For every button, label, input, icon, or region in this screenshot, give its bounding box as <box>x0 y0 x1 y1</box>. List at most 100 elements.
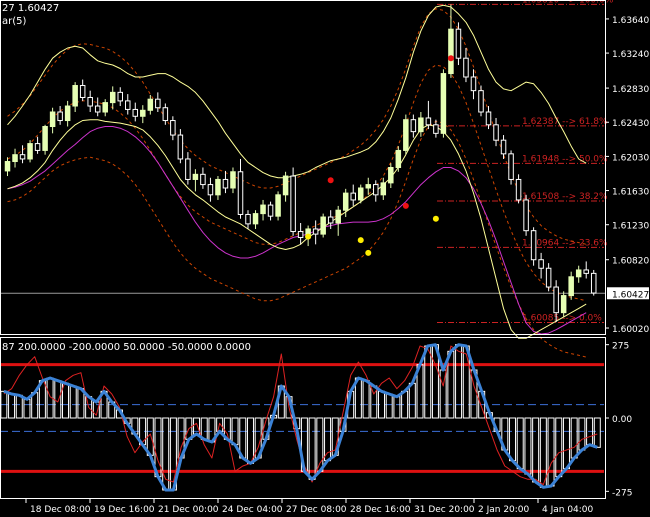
last-price-label: 1.60427 <box>612 290 649 300</box>
candle-body <box>57 111 63 122</box>
candle-body <box>583 269 589 274</box>
candle-body <box>455 28 462 59</box>
candle-body <box>448 28 454 75</box>
candle-body <box>463 57 469 78</box>
candle-body <box>478 90 484 113</box>
time-tick-label: 21 Dec 00:00 <box>158 505 219 515</box>
candle-body <box>185 158 191 180</box>
candle-body <box>260 204 266 215</box>
yellow-signal-dot <box>365 249 372 256</box>
candle-body <box>109 91 116 104</box>
cci-tick-label: -275 <box>612 488 632 498</box>
candle-body <box>470 76 477 92</box>
candle-body <box>523 199 529 232</box>
candle-body <box>388 167 394 184</box>
candle-body <box>553 286 559 314</box>
time-tick-label: 27 Dec 08:00 <box>286 505 347 515</box>
candle-body <box>162 107 169 122</box>
time-tick-label: 4 Jan 04:00 <box>542 505 594 515</box>
candle-body <box>252 213 259 225</box>
candle-body <box>267 204 274 217</box>
candle-body <box>177 134 184 160</box>
time-tick-label: 19 Dec 16:00 <box>94 505 155 515</box>
candle-body <box>230 171 236 189</box>
candle-body <box>64 105 71 122</box>
candle-body <box>155 98 161 109</box>
candle-body <box>342 192 349 211</box>
candle-body <box>94 105 101 113</box>
candle-body <box>200 173 206 186</box>
time-tick-label: 31 Dec 20:00 <box>414 505 475 515</box>
candle-body <box>493 124 499 141</box>
candle-body <box>282 175 289 196</box>
candle-body <box>312 228 319 235</box>
candle-body <box>403 119 409 151</box>
candle-body <box>102 102 108 113</box>
time-tick-label: 18 Dec 08:00 <box>30 505 91 515</box>
candle-body <box>590 272 597 294</box>
fib-level-label: 1.62387 --> 61.8% <box>522 117 608 127</box>
candle-body <box>440 73 447 134</box>
price-tick-label: 1.60820 <box>612 257 649 267</box>
candle-body <box>365 184 372 189</box>
price-subtitle: ar(5) <box>2 16 27 27</box>
candle-body <box>34 143 41 151</box>
fib-level-label: 1.60085 --> 0.0% <box>522 313 602 323</box>
candle-body <box>425 117 432 126</box>
time-tick-label: 28 Dec 16:00 <box>350 505 411 515</box>
price-tick-label: 1.62430 <box>612 119 649 129</box>
candle-body <box>140 109 146 117</box>
candle-body <box>418 117 424 133</box>
candle-body <box>380 182 387 196</box>
chart-canvas: 1.63810 --> 100.0%1.62387 --> 61.8%1.619… <box>0 0 650 517</box>
yellow-signal-dot <box>305 233 312 240</box>
candle-body <box>147 98 154 111</box>
price-tick-label: 1.63240 <box>612 50 649 60</box>
candle-body <box>12 154 18 163</box>
price-title: 27 1.60427 <box>2 3 59 14</box>
yellow-signal-dot <box>432 215 439 222</box>
candle-body <box>485 111 492 126</box>
candle-body <box>500 139 507 155</box>
candle-body <box>49 111 56 128</box>
red-signal-dot <box>402 202 409 209</box>
time-tick-label: 2 Jan 20:00 <box>478 505 530 515</box>
candle-body <box>327 216 334 224</box>
candle-body <box>207 184 214 196</box>
price-tick-label: 1.62830 <box>612 85 649 95</box>
candle-body <box>320 216 326 235</box>
price-tick-label: 1.60020 <box>612 325 649 335</box>
fib-level-label: 1.61948 --> 50.0% <box>522 154 608 164</box>
candle-body <box>530 230 537 261</box>
candle-body <box>72 85 78 107</box>
candle-body <box>373 184 379 196</box>
candle-body <box>395 149 402 169</box>
candle-body <box>290 175 296 233</box>
cci-tick-label: 275 <box>612 342 629 352</box>
candle-body <box>297 231 304 239</box>
candle-body <box>27 143 33 160</box>
candle-body <box>87 96 93 107</box>
candle-body <box>19 154 26 160</box>
fib-level-label: 1.61508 --> 38.2% <box>522 192 608 202</box>
candle-body <box>4 161 11 172</box>
price-tick-label: 1.62030 <box>612 153 649 163</box>
cci-tick-label: 0.00 <box>612 415 632 425</box>
candle-body <box>410 119 417 133</box>
cci-title: 87 200.0000 -200.0000 50.0000 -50.0000 0… <box>2 342 251 353</box>
candle-body <box>215 178 221 196</box>
candle-body <box>79 85 86 98</box>
candle-body <box>575 269 582 278</box>
price-tick-label: 1.61230 <box>612 222 649 232</box>
candle-body <box>433 124 439 134</box>
red-signal-dot <box>327 177 334 184</box>
candle-body <box>357 187 364 201</box>
candle-body <box>275 194 281 217</box>
candle-body <box>515 178 522 201</box>
candle-body <box>237 171 244 215</box>
candle-body <box>335 209 341 224</box>
red-signal-dot <box>447 55 454 62</box>
yellow-signal-dot <box>357 237 364 244</box>
candle-body <box>125 100 131 110</box>
candle-body <box>132 108 139 117</box>
